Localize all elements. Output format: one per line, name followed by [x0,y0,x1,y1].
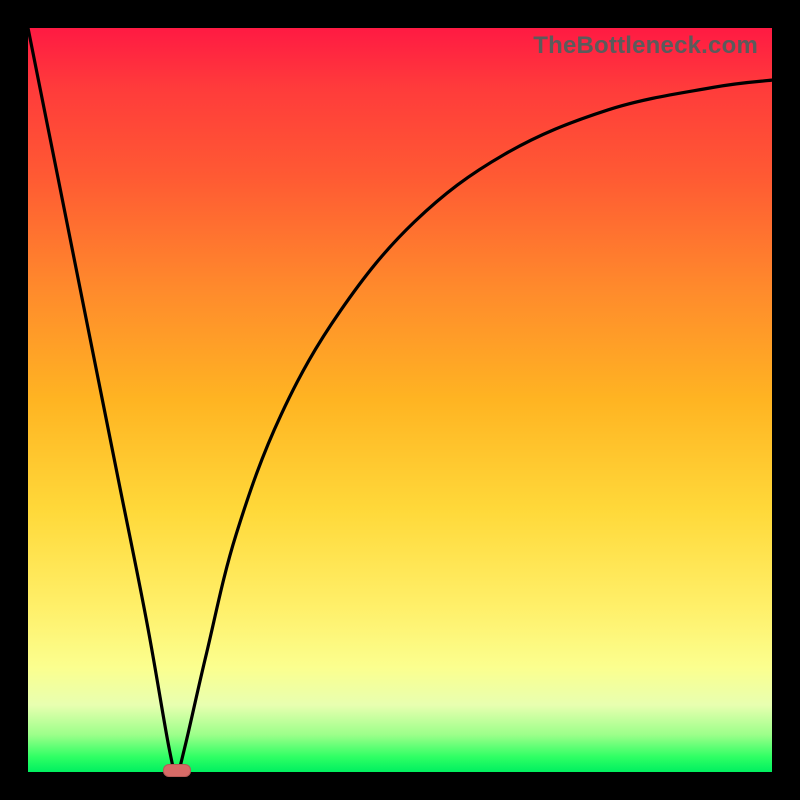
plot-area: TheBottleneck.com [28,28,772,772]
bottleneck-curve [28,28,772,772]
minimum-marker [163,764,191,777]
chart-frame: TheBottleneck.com [0,0,800,800]
curve-path [28,28,772,772]
